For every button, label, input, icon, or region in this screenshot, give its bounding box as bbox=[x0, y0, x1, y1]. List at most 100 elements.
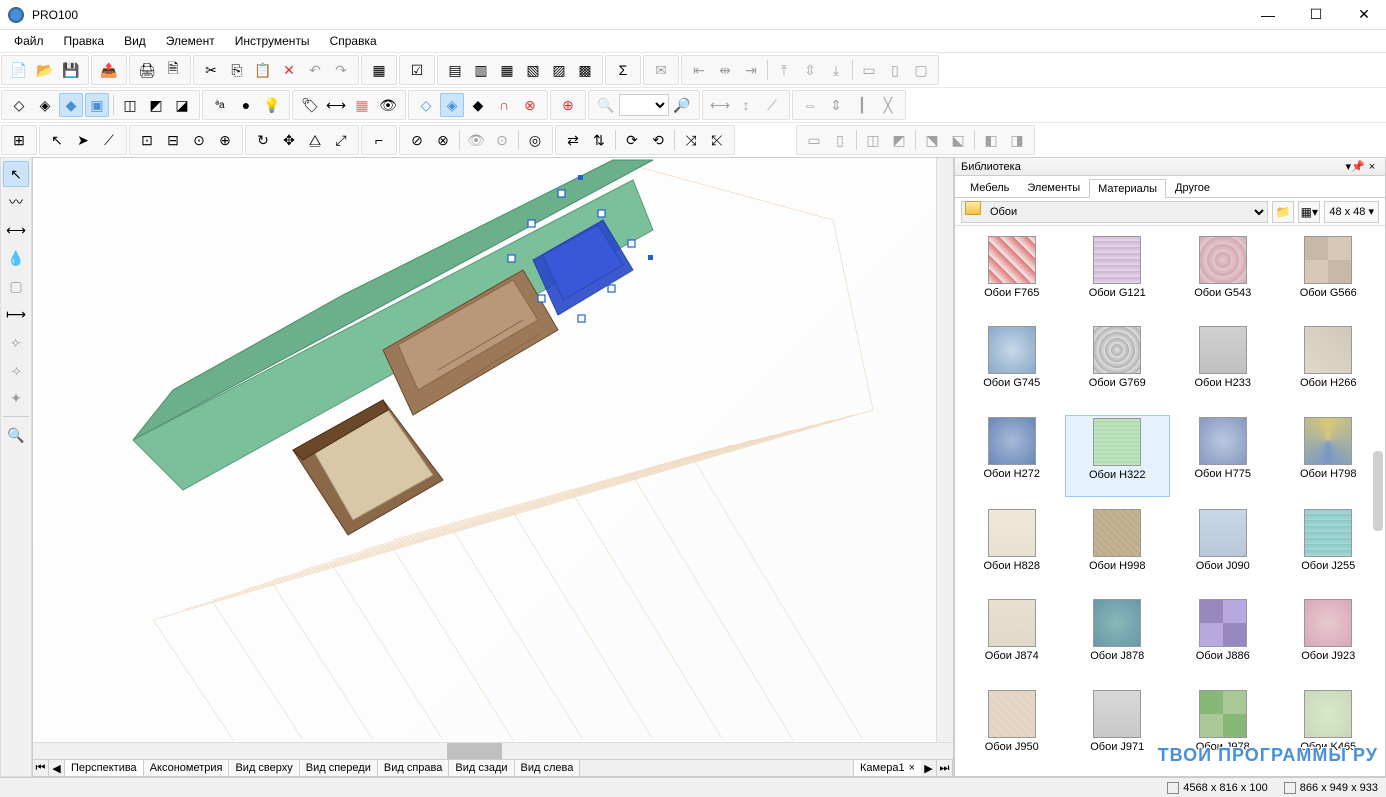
tab-top[interactable]: Вид сверху bbox=[229, 760, 299, 776]
menu-help[interactable]: Справка bbox=[320, 32, 387, 50]
search-tool-icon[interactable]: 🔍 bbox=[3, 422, 29, 448]
menu-file[interactable]: Файл bbox=[4, 32, 54, 50]
material-item[interactable]: Обои J978 bbox=[1170, 688, 1276, 768]
material-item[interactable]: Обои J971 bbox=[1065, 688, 1171, 768]
material-item[interactable]: Обои G543 bbox=[1170, 234, 1276, 314]
zoom-fit-icon[interactable]: 🔎 bbox=[670, 93, 694, 117]
rotate-icon[interactable]: ↻ bbox=[251, 128, 275, 152]
zoom-combo[interactable] bbox=[619, 94, 669, 116]
minimize-button[interactable]: — bbox=[1254, 3, 1282, 27]
tag-icon[interactable]: 🏷 bbox=[298, 93, 322, 117]
tab-perspective[interactable]: Перспектива bbox=[65, 760, 144, 776]
close-tab-icon[interactable]: × bbox=[909, 762, 915, 774]
report4-icon[interactable]: ▧ bbox=[521, 58, 545, 82]
export-icon[interactable]: 📤 bbox=[97, 58, 121, 82]
tab-other[interactable]: Другое bbox=[1166, 178, 1219, 197]
render1-icon[interactable]: ◫ bbox=[118, 93, 142, 117]
swap1-icon[interactable]: ⤨ bbox=[679, 128, 703, 152]
eyedropper-tool-icon[interactable]: 💧 bbox=[3, 245, 29, 271]
up-folder-icon[interactable]: 📁 bbox=[1272, 201, 1294, 223]
menu-view[interactable]: Вид bbox=[114, 32, 156, 50]
thumb-size-select[interactable]: 48 x 48 ▾ bbox=[1324, 201, 1379, 223]
rotate-cw-icon[interactable]: ⟳ bbox=[620, 128, 644, 152]
view-mode-icon[interactable]: ▦▾ bbox=[1298, 201, 1320, 223]
snap1-icon[interactable]: ◇ bbox=[414, 93, 438, 117]
viewport-scrollbar-v[interactable] bbox=[936, 158, 953, 742]
maximize-button[interactable]: ☐ bbox=[1302, 3, 1330, 27]
material-item[interactable]: Обои G769 bbox=[1065, 324, 1171, 404]
material-item[interactable]: Обои H266 bbox=[1276, 324, 1382, 404]
tab-furniture[interactable]: Мебель bbox=[961, 178, 1018, 197]
scale-icon[interactable]: ⤢ bbox=[329, 128, 353, 152]
panel-close-icon[interactable]: × bbox=[1365, 161, 1379, 173]
material-item[interactable]: Обои J255 bbox=[1276, 507, 1382, 587]
material-item[interactable]: Обои J886 bbox=[1170, 597, 1276, 677]
material-item[interactable]: Обои G566 bbox=[1276, 234, 1382, 314]
node-icon[interactable]: ⊙ bbox=[187, 128, 211, 152]
material-item[interactable]: Обои H798 bbox=[1276, 415, 1382, 497]
viewport-scrollbar-h[interactable] bbox=[33, 742, 953, 759]
ruler-tool-icon[interactable]: ⟷ bbox=[3, 217, 29, 243]
snap3-icon[interactable]: ◆ bbox=[466, 93, 490, 117]
menu-element[interactable]: Элемент bbox=[156, 32, 225, 50]
tab-nav-prev[interactable]: ◀ bbox=[49, 760, 65, 776]
render3-icon[interactable]: ◪ bbox=[170, 93, 194, 117]
rotate-ccw-icon[interactable]: ⟲ bbox=[646, 128, 670, 152]
dimension-tool-icon[interactable]: ⟼ bbox=[3, 301, 29, 327]
hidden-line-icon[interactable]: ◈ bbox=[33, 93, 57, 117]
render2-icon[interactable]: ◩ bbox=[144, 93, 168, 117]
tab-materials[interactable]: Материалы bbox=[1089, 179, 1166, 198]
text-icon[interactable]: ªa bbox=[208, 93, 232, 117]
center-icon[interactable]: ⊕ bbox=[556, 93, 580, 117]
measure-tool-icon[interactable]: 〰 bbox=[3, 189, 29, 215]
material-item[interactable]: Обои F765 bbox=[959, 234, 1065, 314]
shaded-icon[interactable]: ◆ bbox=[59, 93, 83, 117]
select-all-icon[interactable]: ⊞ bbox=[7, 128, 31, 152]
material-item[interactable]: Обои H828 bbox=[959, 507, 1065, 587]
swap2-icon[interactable]: ⤪ bbox=[705, 128, 729, 152]
tab-elements[interactable]: Элементы bbox=[1018, 178, 1089, 197]
copy-icon[interactable]: ⎘ bbox=[225, 58, 249, 82]
hide1-icon[interactable]: ⊘ bbox=[405, 128, 429, 152]
tab-nav-first[interactable]: ⏮ bbox=[33, 760, 49, 776]
group-icon[interactable]: ⊡ bbox=[135, 128, 159, 152]
properties-icon[interactable]: ☑ bbox=[405, 58, 429, 82]
material-item[interactable]: Обои J874 bbox=[959, 597, 1065, 677]
3d-viewport[interactable] bbox=[33, 158, 953, 742]
print-icon[interactable]: 🖨 bbox=[135, 58, 159, 82]
tab-nav-next[interactable]: ▶ bbox=[921, 760, 937, 776]
menu-tools[interactable]: Инструменты bbox=[225, 32, 320, 50]
tab-axonometry[interactable]: Аксонометрия bbox=[144, 760, 230, 776]
material-item[interactable]: Обои H272 bbox=[959, 415, 1065, 497]
grid-scrollbar[interactable] bbox=[1373, 451, 1383, 531]
report3-icon[interactable]: ▦ bbox=[495, 58, 519, 82]
report1-icon[interactable]: ▤ bbox=[443, 58, 467, 82]
snap2-icon[interactable]: ◈ bbox=[440, 93, 464, 117]
wireframe-icon[interactable]: ◇ bbox=[7, 93, 31, 117]
tab-left[interactable]: Вид слева bbox=[515, 760, 581, 776]
magnet-icon[interactable]: ∩ bbox=[492, 93, 516, 117]
material-item[interactable]: Обои J950 bbox=[959, 688, 1065, 768]
new-icon[interactable]: 📄 bbox=[7, 58, 31, 82]
target-icon[interactable]: ◎ bbox=[523, 128, 547, 152]
material-item[interactable]: Обои G745 bbox=[959, 324, 1065, 404]
material-grid[interactable]: Обои F765Обои G121Обои G543Обои G566 Обои… bbox=[955, 226, 1385, 776]
mirror-icon[interactable]: ⧋ bbox=[303, 128, 327, 152]
material-item[interactable]: Обои H775 bbox=[1170, 415, 1276, 497]
material-item[interactable]: Обои K465 bbox=[1276, 688, 1382, 768]
flip-h-icon[interactable]: ⇄ bbox=[561, 128, 585, 152]
tab-right[interactable]: Вид справа bbox=[378, 760, 450, 776]
library-toggle-icon[interactable]: ▦ bbox=[367, 58, 391, 82]
sphere-icon[interactable]: ● bbox=[234, 93, 258, 117]
tab-front[interactable]: Вид спереди bbox=[300, 760, 378, 776]
open-icon[interactable]: 📂 bbox=[33, 58, 57, 82]
textured-icon[interactable]: ▣ bbox=[85, 93, 109, 117]
material-item[interactable]: Обои G121 bbox=[1065, 234, 1171, 314]
hide2-icon[interactable]: ⊗ bbox=[431, 128, 455, 152]
print-preview-icon[interactable]: 🗎 bbox=[161, 58, 185, 82]
arrow-icon[interactable]: ➤ bbox=[71, 128, 95, 152]
light-icon[interactable]: 💡 bbox=[260, 93, 284, 117]
flip-v-icon[interactable]: ⇅ bbox=[587, 128, 611, 152]
close-button[interactable]: ✕ bbox=[1350, 3, 1378, 27]
report2-icon[interactable]: ▥ bbox=[469, 58, 493, 82]
